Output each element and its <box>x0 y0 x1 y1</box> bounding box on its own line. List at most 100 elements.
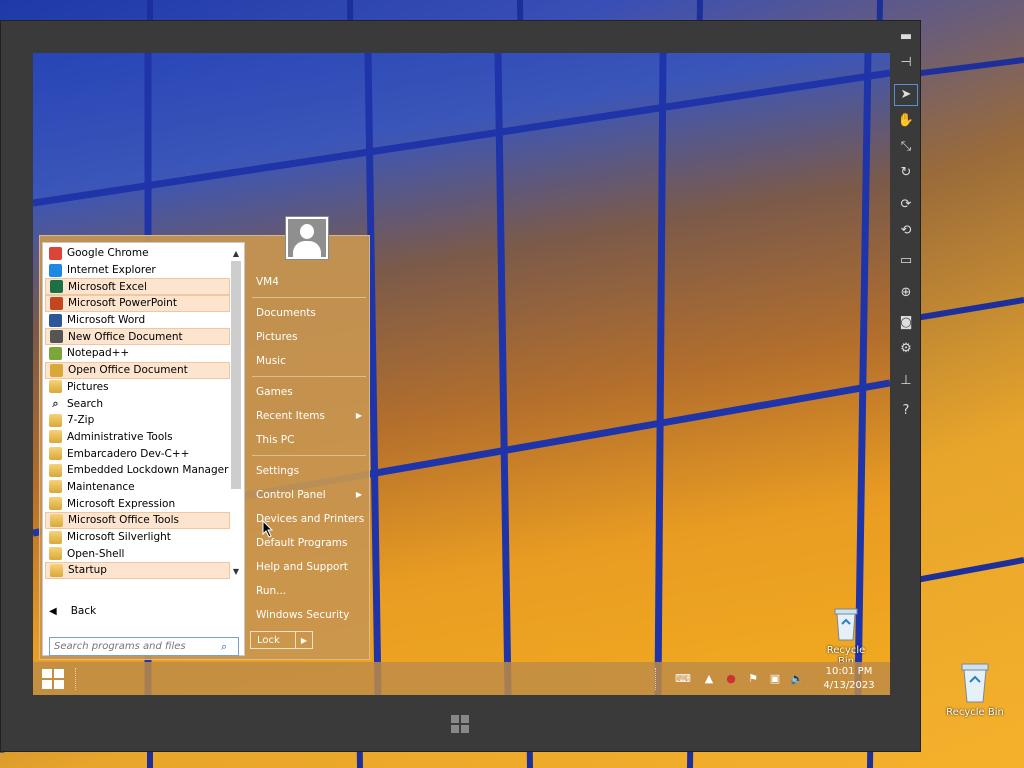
place-item[interactable]: Recent Items ▶ <box>250 404 368 428</box>
program-item[interactable]: Microsoft PowerPoint <box>45 295 230 312</box>
program-item-label: Microsoft Expression <box>67 497 176 510</box>
program-item[interactable]: Embedded Lockdown Manager <box>45 462 230 479</box>
program-item-label: Administrative Tools <box>67 430 173 443</box>
folder-icon <box>49 497 62 511</box>
place-item[interactable]: Documents <box>250 301 368 325</box>
program-item[interactable]: Open-Shell <box>45 545 230 562</box>
programs-scrollbar[interactable]: ▲ ▼ <box>230 247 242 579</box>
place-item[interactable]: Music <box>250 349 368 373</box>
program-item[interactable]: Microsoft Office Tools <box>45 512 230 529</box>
place-item[interactable]: This PC <box>250 428 368 452</box>
place-item[interactable]: Games <box>250 380 368 404</box>
program-item[interactable]: Microsoft Expression <box>45 495 230 512</box>
search-box[interactable]: ⌕ <box>49 637 239 656</box>
program-item[interactable]: 7-Zip <box>45 412 230 429</box>
volume-icon[interactable]: 🔈 <box>788 670 806 688</box>
host-recycle-bin[interactable]: Recycle Bin <box>942 660 1008 718</box>
shutdown-options-arrow-icon[interactable]: ▶ <box>296 631 313 649</box>
place-item[interactable]: Settings <box>250 459 368 483</box>
location-globe-icon[interactable]: ⊕ <box>894 282 918 304</box>
program-item[interactable]: Startup <box>45 562 230 579</box>
place-item[interactable]: Control Panel ▶ <box>250 483 368 507</box>
touch-keyboard-icon[interactable]: ⌨ <box>670 670 696 688</box>
back-button[interactable]: ◀ Back <box>49 605 96 617</box>
back-arrow-icon: ◀ <box>49 605 57 617</box>
program-item-label: Embedded Lockdown Manager <box>67 464 229 477</box>
place-item-label: Recent Items <box>256 410 325 422</box>
action-center-flag-icon[interactable]: ⚑ <box>744 670 762 688</box>
program-item[interactable]: Microsoft Word <box>45 312 230 329</box>
program-item-label: Microsoft Silverlight <box>67 531 171 544</box>
program-item[interactable]: Microsoft Silverlight <box>45 529 230 546</box>
back-label: Back <box>70 605 97 617</box>
program-item[interactable]: Embarcadero Dev-C++ <box>45 445 230 462</box>
pointer-tool-icon[interactable]: ➤ <box>894 84 918 106</box>
program-item[interactable]: Pictures <box>45 379 230 396</box>
program-item-label: Open Office Document <box>68 364 188 377</box>
minimize-icon[interactable]: ▬ <box>894 26 918 48</box>
program-item[interactable]: Microsoft Excel <box>45 278 230 296</box>
pin-icon[interactable]: ⊣ <box>894 52 918 74</box>
place-item[interactable]: Run... <box>250 579 368 603</box>
program-item-label: Search <box>67 397 104 410</box>
lock-button[interactable]: Lock <box>250 631 296 649</box>
show-hidden-icons-chevron-icon[interactable]: ▲ <box>700 670 718 688</box>
program-item-label: Microsoft PowerPoint <box>68 297 177 310</box>
program-item[interactable]: Google Chrome <box>45 245 230 262</box>
recycle-bin-icon <box>834 608 858 641</box>
vm-recycle-bin[interactable]: Recycle Bin <box>819 606 873 667</box>
place-item-label: Games <box>256 386 293 398</box>
place-item-label: Help and Support <box>256 561 348 573</box>
rotate-gesture-icon[interactable]: ↻ <box>894 162 918 184</box>
program-item[interactable]: New Office Document <box>45 328 230 346</box>
search-icon[interactable]: ⌕ <box>221 640 235 654</box>
place-user-name[interactable]: VM4 <box>250 270 368 294</box>
ie-icon <box>49 263 62 277</box>
place-item[interactable]: Help and Support <box>250 555 368 579</box>
network-settings-icon[interactable]: ⊥ <box>894 370 918 392</box>
program-item-label: Embarcadero Dev-C++ <box>67 447 190 460</box>
taskbar: ⌨ ▲ ● ⚑ ▣ 🔈 10:01 PM 4/13/2023 <box>33 662 890 695</box>
settings-gear-icon[interactable]: ⚙ <box>894 338 918 360</box>
program-item[interactable]: Notepad++ <box>45 345 230 362</box>
pinch-tool-icon[interactable]: ⤡ <box>894 136 918 158</box>
network-icon[interactable]: ▣ <box>766 670 784 688</box>
folder-icon <box>49 430 62 444</box>
program-item[interactable]: Maintenance <box>45 479 230 496</box>
place-item[interactable]: Windows Security <box>250 603 368 627</box>
program-item[interactable]: Administrative Tools <box>45 429 230 446</box>
search-input[interactable] <box>50 640 221 653</box>
resolution-monitor-icon[interactable]: ▭ <box>894 250 918 272</box>
hand-tool-icon[interactable]: ✋ <box>894 110 918 132</box>
user-avatar[interactable] <box>285 216 329 260</box>
vm-toolbar: ▬ ⊣ ➤ ✋ ⤡ ↻ ⟳ ⟲ ▭ ⊕ ◙ ⚙ ⊥ ? <box>893 22 919 452</box>
powerpoint-icon <box>50 296 63 310</box>
excel-icon <box>50 280 63 294</box>
rotate-clockwise-icon[interactable]: ⟳ <box>894 194 918 216</box>
place-item-label: Documents <box>256 307 316 319</box>
scroll-thumb[interactable] <box>231 261 241 489</box>
vm-windows-button[interactable] <box>449 713 471 735</box>
taskbar-clock[interactable]: 10:01 PM 4/13/2023 <box>814 665 884 693</box>
camera-icon[interactable]: ◙ <box>894 312 918 334</box>
taskbar-gripper <box>75 668 80 690</box>
scroll-down-arrow-icon[interactable]: ▼ <box>230 565 242 579</box>
start-button[interactable] <box>41 668 65 690</box>
places-separator <box>252 297 366 298</box>
scroll-up-arrow-icon[interactable]: ▲ <box>230 247 242 261</box>
security-shield-icon[interactable]: ● <box>722 670 740 688</box>
program-item-label: Notepad++ <box>67 347 130 360</box>
place-item-label: Music <box>256 355 286 367</box>
folder-icon <box>49 380 62 394</box>
rotate-counterclockwise-icon[interactable]: ⟲ <box>894 220 918 242</box>
program-item[interactable]: Internet Explorer <box>45 262 230 279</box>
places-list: VM4 Documents Pictures Music Games Recent It… <box>250 270 368 627</box>
place-item[interactable]: Pictures <box>250 325 368 349</box>
program-item-label: Startup <box>68 564 107 577</box>
help-icon[interactable]: ? <box>894 400 918 422</box>
program-item[interactable]: ⌕ Search <box>45 395 230 412</box>
program-item-label: Microsoft Word <box>67 314 146 327</box>
program-item[interactable]: Open Office Document <box>45 361 230 379</box>
program-item-label: New Office Document <box>68 330 183 343</box>
program-item-label: Pictures <box>67 380 109 393</box>
